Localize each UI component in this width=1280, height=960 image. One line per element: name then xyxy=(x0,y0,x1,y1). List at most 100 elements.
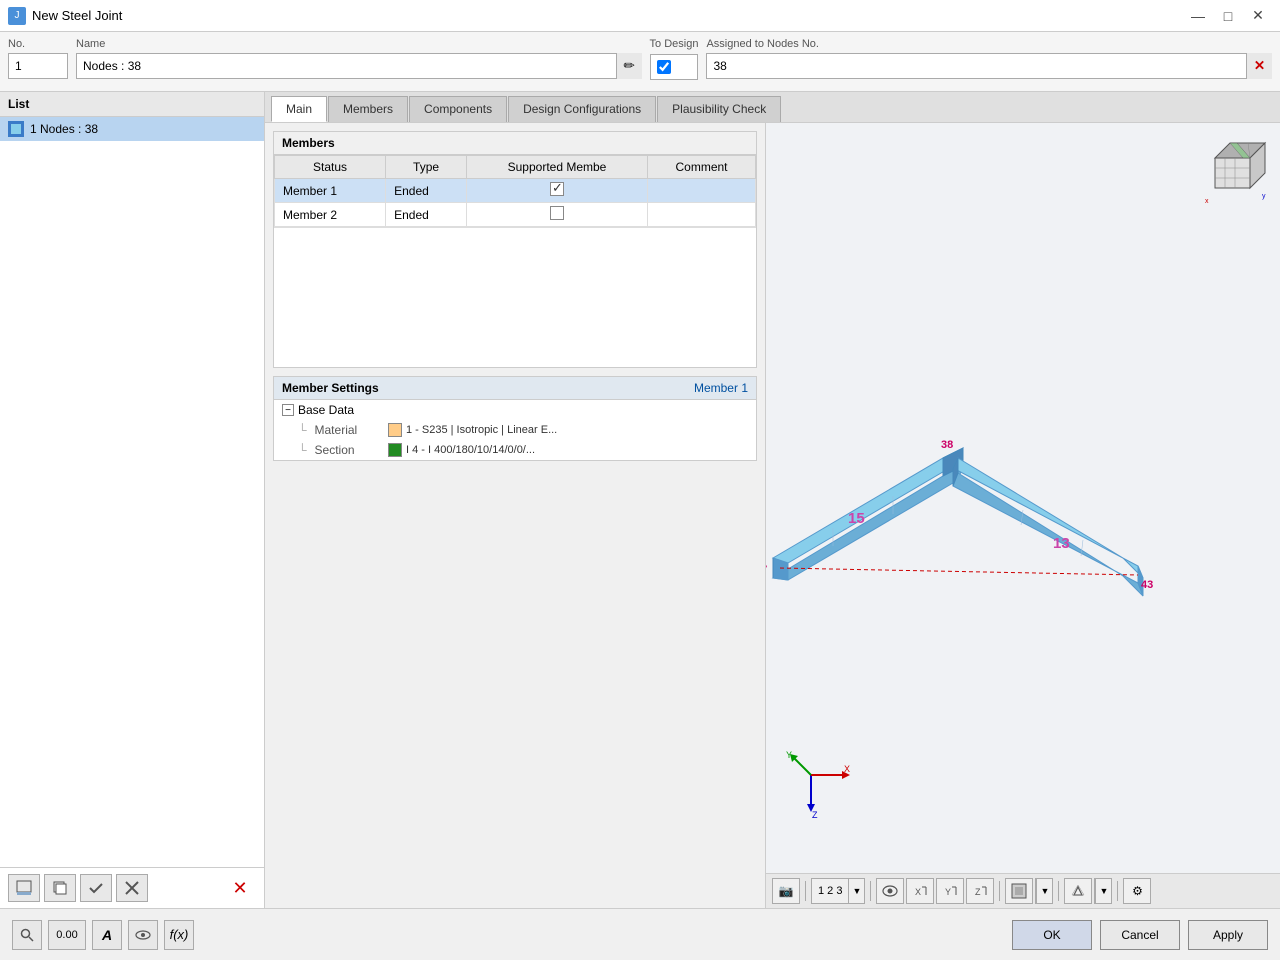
member-type-1: Ended xyxy=(386,179,467,203)
tree-child-section: └ Section I 4 - I 400/180/10/14/0/0/... xyxy=(274,440,756,460)
section-text: I 4 - I 400/180/10/14/0/0/... xyxy=(406,444,535,456)
view-screenshot-button[interactable]: 📷 xyxy=(772,878,800,904)
table-row[interactable]: Member 2 Ended xyxy=(275,203,756,227)
svg-text:13: 13 xyxy=(1053,535,1070,552)
view-render-button[interactable] xyxy=(1005,878,1033,904)
col-header-type: Type xyxy=(386,156,467,179)
app-icon: J xyxy=(8,7,26,25)
svg-text:37: 37 xyxy=(766,564,767,576)
tool-view-button[interactable] xyxy=(128,920,158,950)
cancel-button[interactable]: Cancel xyxy=(1100,920,1180,950)
tab-members[interactable]: Members xyxy=(328,96,408,122)
view-xaxis-button[interactable]: X xyxy=(906,878,934,904)
nav-cube[interactable]: x y xyxy=(1200,133,1270,203)
title-bar: J New Steel Joint — □ ✕ xyxy=(0,0,1280,32)
list-item-icon-inner xyxy=(10,123,22,135)
tool-value-button[interactable]: 0.00 xyxy=(48,920,86,950)
list-check-button[interactable] xyxy=(80,874,112,902)
list-item-label: 1 Nodes : 38 xyxy=(30,122,98,136)
tool-search-button[interactable] xyxy=(12,920,42,950)
svg-text:X: X xyxy=(915,887,921,897)
view-3d: x y xyxy=(766,123,1280,873)
assigned-clear-button[interactable]: ✕ xyxy=(1246,53,1272,79)
col-header-status: Status xyxy=(275,156,386,179)
list-copy-button[interactable] xyxy=(44,874,76,902)
assigned-input[interactable] xyxy=(706,53,1272,79)
view-separator-2 xyxy=(870,881,871,901)
members-empty-area xyxy=(274,227,756,367)
view-separator-5 xyxy=(1117,881,1118,901)
tab-main[interactable]: Main xyxy=(271,96,327,122)
tree-expand-basedata[interactable]: − xyxy=(282,404,294,416)
tool-formula-button[interactable]: f(x) xyxy=(164,920,194,950)
no-input[interactable] xyxy=(8,53,68,79)
view-separator-1 xyxy=(805,881,806,901)
view-render-dropdown[interactable]: ▼ xyxy=(1035,878,1053,904)
list-delete-button[interactable]: ✕ xyxy=(224,874,256,902)
field-assigned: Assigned to Nodes No. ✕ xyxy=(706,38,1272,85)
minimize-button[interactable]: — xyxy=(1184,5,1212,27)
tree-child-material: └ Material 1 - S235 | Isotropic | Linear… xyxy=(274,420,756,440)
view-separator-3 xyxy=(999,881,1000,901)
settings-header: Member Settings Member 1 xyxy=(274,377,756,400)
view-toolbar: 📷 1 2 3 ▼ X xyxy=(766,873,1280,908)
view-3d-button[interactable] xyxy=(1064,878,1092,904)
tab-design-configurations[interactable]: Design Configurations xyxy=(508,96,656,122)
name-input[interactable] xyxy=(76,53,642,79)
beam-visualization: 37 38 43 15 13 xyxy=(766,328,1280,668)
header-row: No. Name ✏ To Design Assigned to Nodes N… xyxy=(0,32,1280,92)
material-value: 1 - S235 | Isotropic | Linear E... xyxy=(388,423,748,437)
bottom-bar: 0.00 A f(x) OK Cancel Apply xyxy=(0,908,1280,960)
close-button[interactable]: ✕ xyxy=(1244,5,1272,27)
view-3d-dropdown[interactable]: ▼ xyxy=(1094,878,1112,904)
members-section-title: Members xyxy=(274,132,756,155)
maximize-button[interactable]: □ xyxy=(1214,5,1242,27)
tool-text-button[interactable]: A xyxy=(92,920,122,950)
field-name: Name ✏ xyxy=(76,38,642,85)
3d-dropdown-arrow[interactable]: ▼ xyxy=(1095,878,1111,904)
view-numbers-dropdown[interactable]: 1 2 3 ▼ xyxy=(811,878,865,904)
numbers-dropdown-arrow[interactable]: ▼ xyxy=(848,878,864,904)
list-uncheck-button[interactable] xyxy=(116,874,148,902)
tab-components[interactable]: Components xyxy=(409,96,507,122)
name-edit-button[interactable]: ✏ xyxy=(616,53,642,79)
settings-title: Member Settings xyxy=(282,381,379,395)
view-panel: x y xyxy=(765,123,1280,908)
member-supported-2[interactable] xyxy=(466,203,647,227)
svg-text:y: y xyxy=(1262,193,1266,200)
todesign-label: To Design xyxy=(650,38,699,50)
tree-item-basedata[interactable]: − Base Data xyxy=(274,400,756,420)
ok-button[interactable]: OK xyxy=(1012,920,1092,950)
apply-button[interactable]: Apply xyxy=(1188,920,1268,950)
view-eye-button[interactable] xyxy=(876,878,904,904)
assigned-label: Assigned to Nodes No. xyxy=(706,38,1272,50)
view-zaxis-button[interactable]: Z xyxy=(966,878,994,904)
col-header-supported: Supported Membe xyxy=(466,156,647,179)
table-row[interactable]: Member 1 Ended xyxy=(275,179,756,203)
list-item[interactable]: 1 Nodes : 38 xyxy=(0,117,264,141)
member-comment-1 xyxy=(648,179,756,203)
view-yaxis-button[interactable]: Y xyxy=(936,878,964,904)
view-settings-button[interactable]: ⚙ xyxy=(1123,878,1151,904)
material-color-swatch xyxy=(388,423,402,437)
member-settings-section: Member Settings Member 1 − Base Data └ xyxy=(273,376,757,461)
list-panel: List 1 Nodes : 38 xyxy=(0,92,265,908)
col-header-comment: Comment xyxy=(648,156,756,179)
todesign-checkbox[interactable] xyxy=(657,60,671,74)
member-comment-2 xyxy=(648,203,756,227)
svg-text:x: x xyxy=(1205,198,1209,203)
tabs: Main Members Components Design Configura… xyxy=(265,92,1280,123)
member-name-1: Member 1 xyxy=(275,179,386,203)
member-supported-1[interactable] xyxy=(466,179,647,203)
view-separator-4 xyxy=(1058,881,1059,901)
tab-plausibility-check[interactable]: Plausibility Check xyxy=(657,96,781,122)
no-label: No. xyxy=(8,38,68,50)
field-no: No. xyxy=(8,38,68,85)
svg-text:Z: Z xyxy=(975,887,981,897)
render-dropdown-arrow[interactable]: ▼ xyxy=(1036,878,1052,904)
svg-text:X: X xyxy=(844,764,850,774)
list-content: 1 Nodes : 38 xyxy=(0,117,264,867)
svg-text:38: 38 xyxy=(941,439,953,451)
bottom-left-tools: 0.00 A f(x) xyxy=(12,920,194,950)
list-add-button[interactable] xyxy=(8,874,40,902)
